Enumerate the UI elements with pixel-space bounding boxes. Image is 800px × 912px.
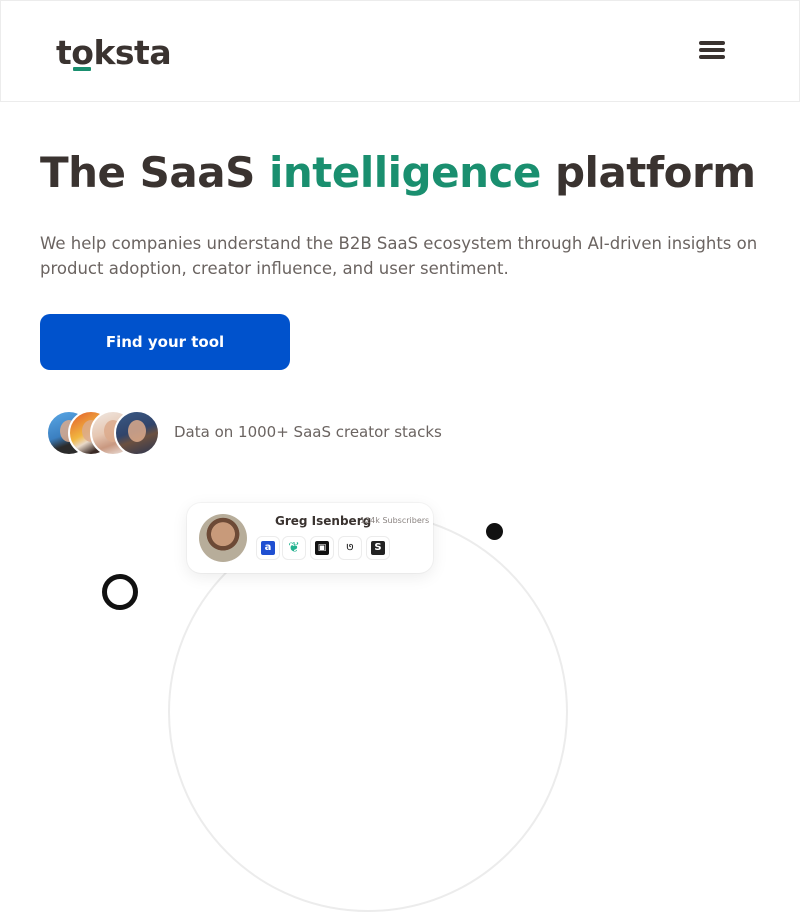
- avatar: [114, 410, 160, 456]
- menu-bar: [699, 55, 725, 59]
- hamburger-menu-icon[interactable]: [699, 41, 727, 63]
- tool-leaf-icon[interactable]: ❦: [282, 536, 306, 560]
- logo-text-start: t: [56, 33, 72, 72]
- find-your-tool-button[interactable]: Find your tool: [40, 314, 290, 370]
- tool-cube-icon[interactable]: ▣: [310, 536, 334, 560]
- hero-title-start: The SaaS: [40, 148, 269, 197]
- creator-card[interactable]: Greg Isenberg 124k Subscribers a ❦ ▣ ᘎ S: [187, 503, 433, 573]
- decorative-dot: [486, 523, 503, 540]
- hero-subtitle: We help companies understand the B2B Saa…: [40, 234, 758, 278]
- menu-bar: [699, 48, 725, 52]
- hero-title-end: platform: [540, 148, 756, 197]
- toksta-logo[interactable]: toksta: [56, 31, 172, 75]
- hero-title-accent: intelligence: [268, 148, 541, 197]
- creator-name: Greg Isenberg: [275, 514, 372, 528]
- tool-s-icon[interactable]: S: [366, 536, 390, 560]
- logo-text-end: ksta: [93, 33, 172, 72]
- site-header: toksta: [0, 0, 800, 102]
- social-proof-text: Data on 1000+ SaaS creator stacks: [174, 423, 442, 441]
- creator-avatar: [199, 514, 247, 562]
- tool-logo-icon[interactable]: ᘎ: [338, 536, 362, 560]
- hero-title: The SaaS intelligence platform: [40, 146, 756, 200]
- tool-a-icon[interactable]: a: [256, 536, 280, 560]
- menu-bar: [699, 41, 725, 45]
- decorative-ring: [102, 574, 138, 610]
- creator-subscribers: 124k Subscribers: [360, 516, 430, 525]
- logo-text-o: o: [71, 31, 94, 75]
- creator-avatars: [46, 410, 166, 456]
